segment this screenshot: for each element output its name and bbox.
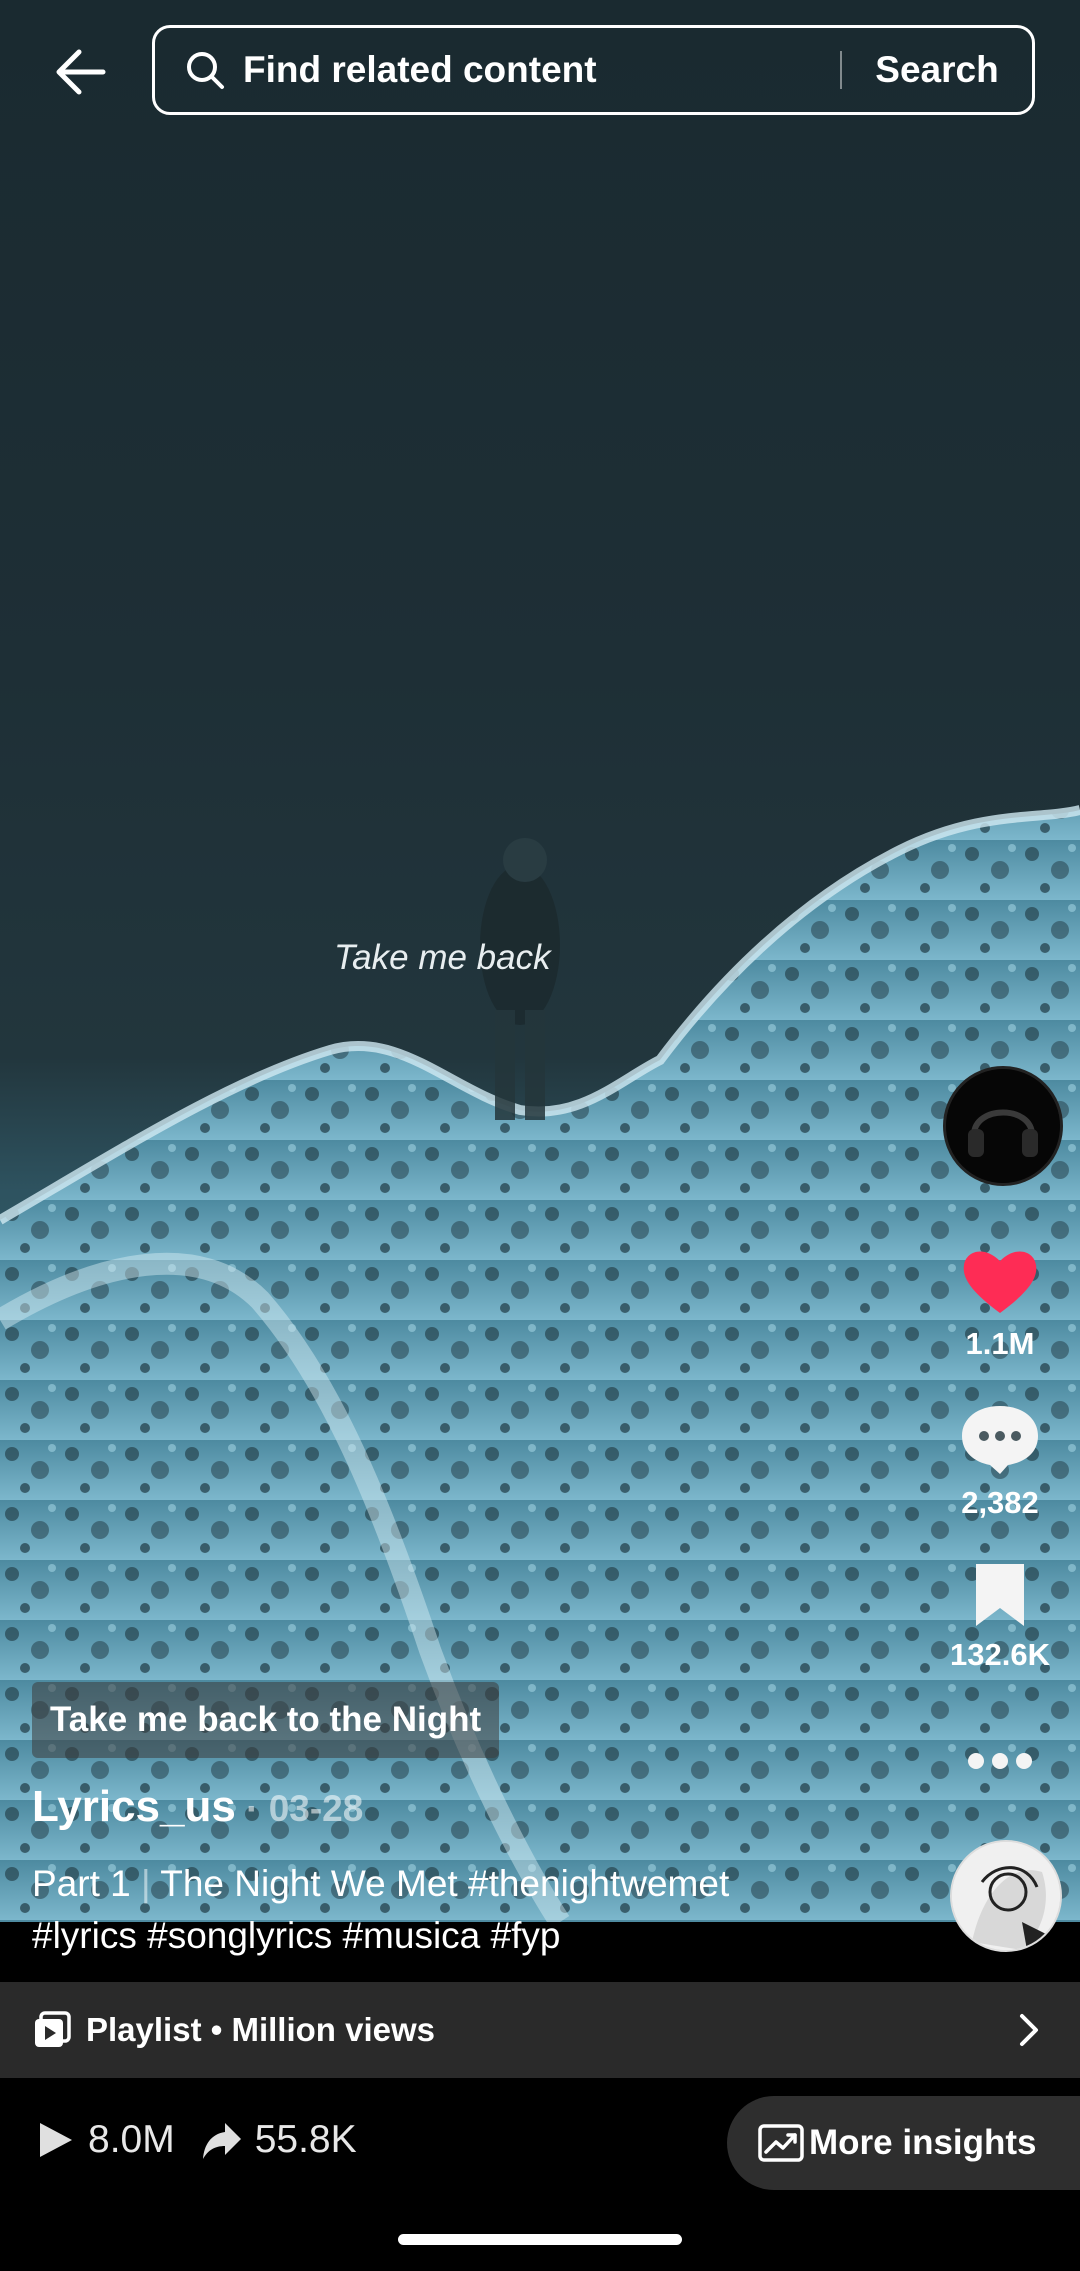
comment-count: 2,382 [961, 1485, 1039, 1520]
save-count: 132.6K [950, 1637, 1050, 1672]
creator-avatar[interactable] [943, 1066, 1063, 1186]
desc-hashtags[interactable]: #lyrics #songlyrics #musica #fyp [32, 1915, 560, 1956]
video-stats: 8.0M 55.8K [34, 2118, 383, 2162]
search-bar[interactable]: Find related content Search [152, 25, 1035, 115]
more-insights-label: More insights [809, 2123, 1037, 2162]
desc-part: Part 1 [32, 1863, 131, 1904]
search-input[interactable]: Find related content [243, 49, 840, 91]
headphones-avatar-image [946, 1069, 1060, 1183]
video-overlay-text: Take me back [334, 938, 551, 977]
comment-button[interactable]: 2,382 [930, 1402, 1070, 1521]
playlist-icon [35, 2011, 71, 2047]
search-button[interactable]: Search [842, 49, 1032, 91]
insights-chart-icon [758, 2124, 804, 2162]
play-icon [40, 2123, 72, 2157]
heart-icon [963, 1251, 1037, 1313]
top-bar: Find related content Search [0, 0, 1080, 145]
desc-separator: | [130, 1863, 161, 1904]
home-indicator[interactable] [398, 2234, 682, 2245]
bookmark-icon [976, 1564, 1024, 1626]
author-name[interactable]: Lyrics_us [32, 1782, 236, 1831]
comment-icon [962, 1406, 1038, 1474]
post-date: · 03-28 [235, 1788, 364, 1829]
playlist-bar[interactable]: Playlist • Million views [0, 1982, 1080, 2078]
like-button[interactable]: 1.1M [930, 1245, 1070, 1362]
chevron-right-icon [1020, 2014, 1038, 2046]
author-line: Lyrics_us · 03-28 [32, 1782, 363, 1832]
more-icon [968, 1753, 1032, 1769]
back-button[interactable] [40, 36, 120, 108]
share-icon [202, 2123, 241, 2159]
playlist-label: Playlist • Million views [86, 2011, 435, 2048]
like-count: 1.1M [965, 1326, 1035, 1361]
desc-title[interactable]: The Night We Met #thenightwemet [160, 1863, 729, 1904]
more-options-button[interactable] [930, 1748, 1070, 1779]
caption-chip[interactable]: Take me back to the Night [32, 1682, 500, 1758]
music-disc[interactable] [950, 1840, 1062, 1952]
save-button[interactable]: 132.6K [930, 1562, 1070, 1673]
more-insights-button[interactable]: More insights [727, 2096, 1080, 2190]
back-arrow-icon [56, 49, 106, 95]
play-count: 8.0M [88, 2118, 175, 2161]
sound-cover-image [952, 1842, 1060, 1950]
post-description: Part 1 | The Night We Met #thenightwemet… [32, 1858, 932, 1962]
search-icon [185, 48, 229, 92]
share-count: 55.8K [254, 2118, 357, 2161]
